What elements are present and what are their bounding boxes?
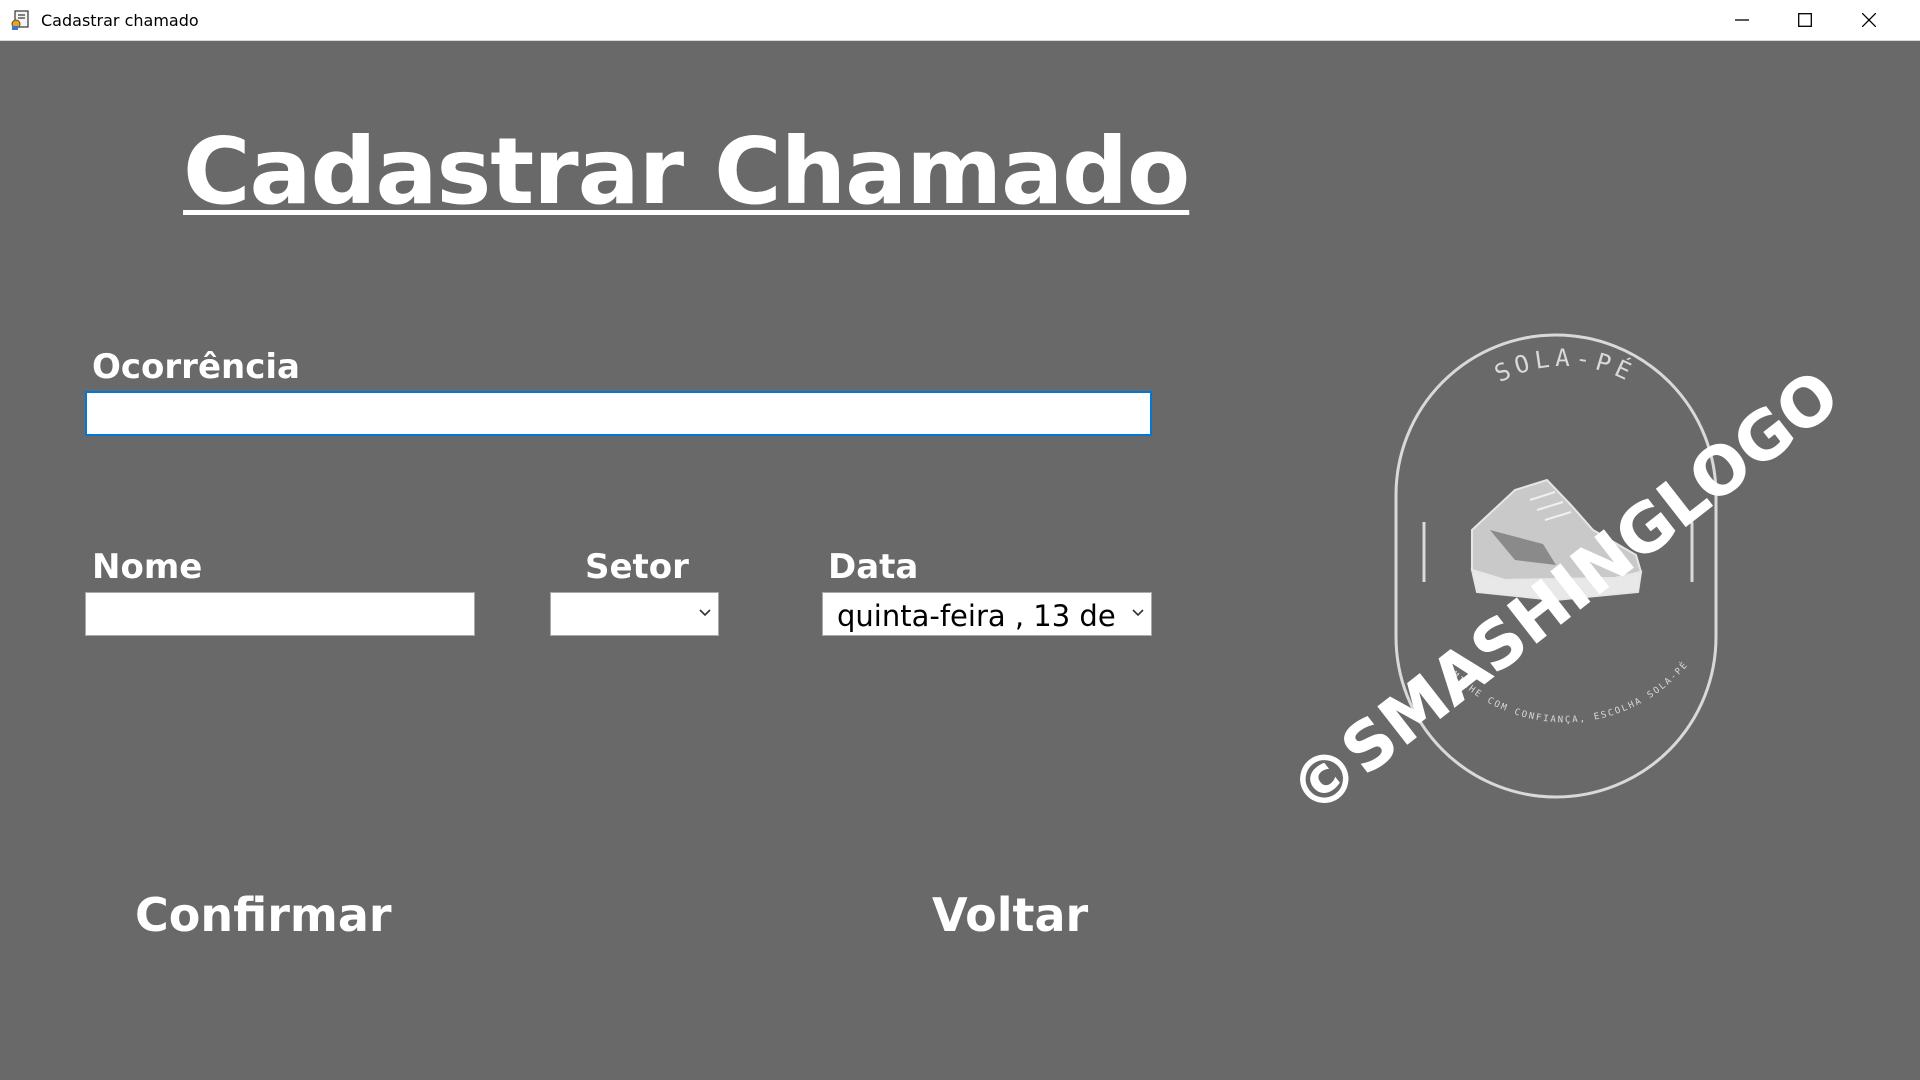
ocorrencia-label: Ocorrência — [92, 347, 300, 387]
ocorrencia-input[interactable] — [85, 391, 1152, 436]
minimize-icon — [1735, 19, 1749, 21]
page-title: Cadastrar Chamado — [183, 118, 1190, 225]
data-value: quinta-feira , 13 de — [837, 599, 1116, 633]
nome-label: Nome — [92, 547, 203, 587]
chevron-down-icon — [699, 609, 711, 617]
chevron-down-icon — [1132, 609, 1144, 617]
setor-dropdown[interactable] — [550, 592, 719, 636]
maximize-icon — [1798, 13, 1812, 27]
data-label: Data — [828, 547, 919, 587]
close-icon — [1862, 13, 1876, 27]
back-button[interactable]: Voltar — [932, 888, 1088, 942]
maximize-button[interactable] — [1773, 0, 1837, 41]
sola-pe-logo: SOLA-PÉ CAMINHE COM CONFIANÇA, ESCOLHA S… — [1255, 330, 1855, 831]
nome-input[interactable] — [85, 592, 475, 636]
svg-text:SOLA-PÉ: SOLA-PÉ — [1490, 344, 1640, 388]
setor-label: Setor — [585, 547, 689, 587]
close-button[interactable] — [1837, 0, 1901, 41]
confirm-button[interactable]: Confirmar — [135, 888, 392, 942]
minimize-button[interactable] — [1710, 0, 1774, 41]
watermark-text: ©SMASHINGLOGO — [1275, 356, 1853, 830]
logo-top-text: SOLA-PÉ — [1490, 344, 1635, 388]
data-date-picker[interactable]: quinta-feira , 13 de — [822, 592, 1152, 636]
window-title: Cadastrar chamado — [41, 11, 199, 30]
window-title-bar: Cadastrar chamado — [0, 0, 1920, 41]
app-form-icon — [10, 9, 32, 31]
